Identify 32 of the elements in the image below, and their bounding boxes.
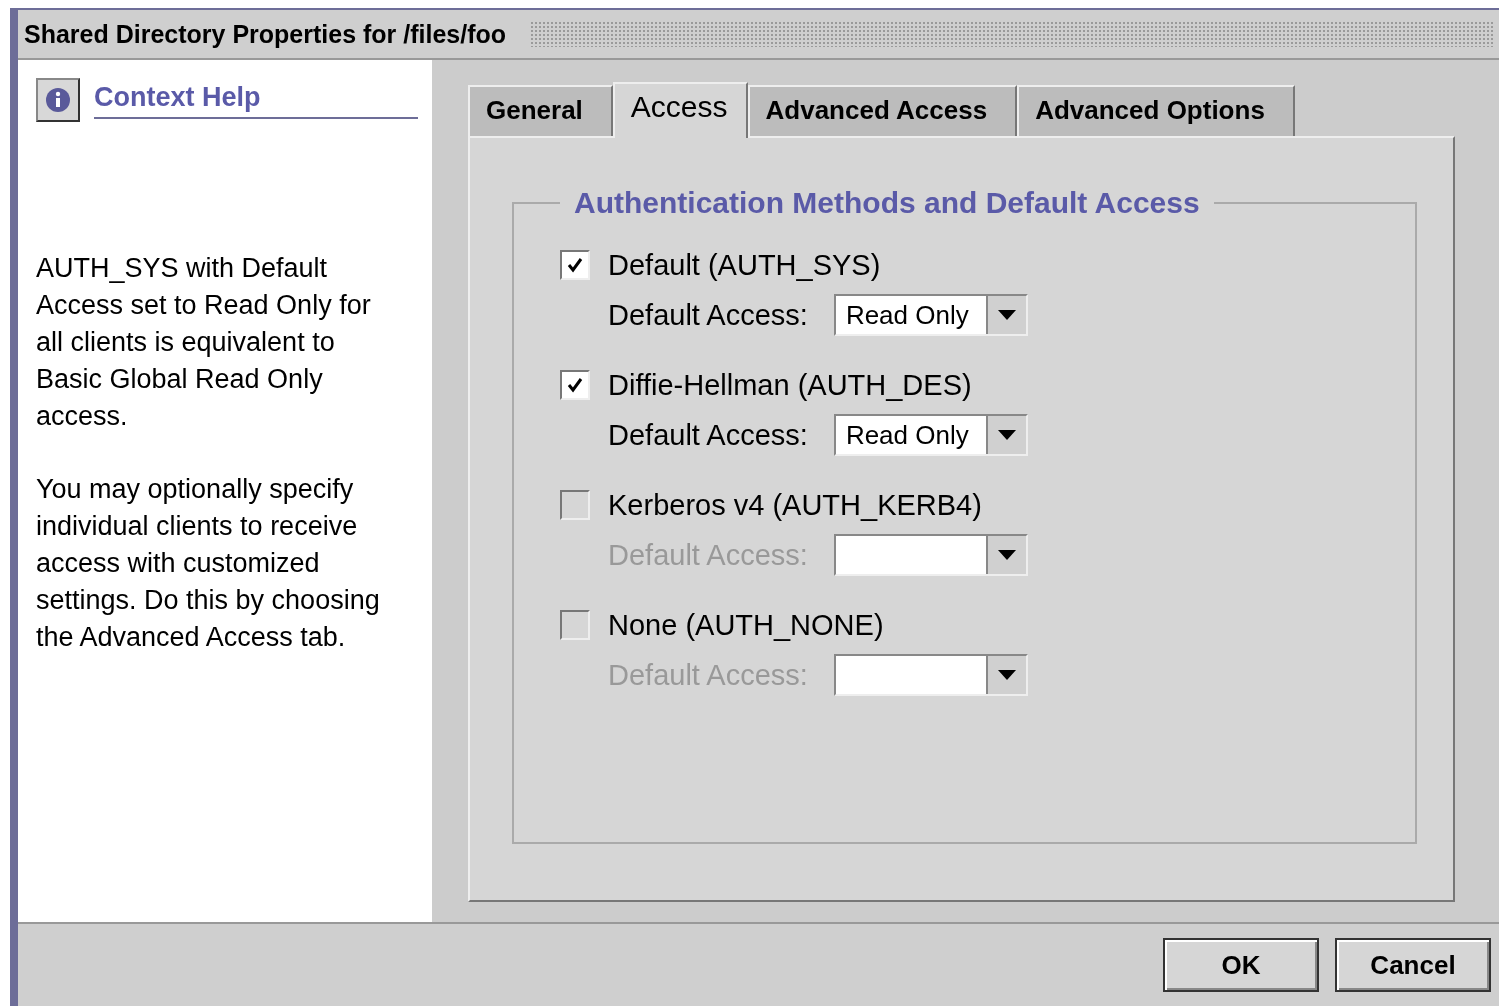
window-title: Shared Directory Properties for /files/foo — [24, 19, 507, 49]
tab[interactable]: Advanced Options — [1017, 85, 1295, 136]
access-dropdown[interactable] — [833, 654, 1028, 696]
access-dropdown[interactable]: Read Only — [833, 414, 1028, 456]
access-label: Default Access: — [608, 298, 808, 332]
access-label: Default Access: — [608, 418, 808, 452]
access-dropdown[interactable]: Read Only — [833, 294, 1028, 336]
access-label: Default Access: — [608, 658, 808, 692]
check-icon — [565, 375, 585, 395]
access-dropdown[interactable] — [833, 534, 1028, 576]
caret-icon — [996, 309, 1017, 321]
checkbox[interactable] — [560, 370, 590, 400]
dialog-button[interactable]: Cancel — [1335, 938, 1491, 992]
access-label: Default Access: — [608, 538, 808, 572]
checkbox-label: None (AUTH_NONE) — [608, 608, 884, 642]
caret-icon — [996, 669, 1017, 681]
checkbox-label: Kerberos v4 (AUTH_KERB4) — [608, 488, 982, 522]
checkbox[interactable] — [560, 250, 590, 280]
caret-icon — [996, 549, 1017, 561]
help-text: You may optionally specify individual clients to receive access with customized settings. Do this by choosing the Advanced Access tab. — [36, 473, 381, 654]
tab[interactable]: General — [468, 85, 613, 136]
check-icon — [565, 255, 585, 275]
info-icon — [36, 78, 80, 122]
help-text: AUTH_SYS with Default Access set to Read Only for all clients is equivalent to Basic Global Read Only access. — [36, 252, 372, 433]
tab[interactable]: Access — [612, 82, 748, 138]
help-title[interactable]: Context Help — [94, 81, 418, 119]
caret-icon — [996, 429, 1017, 441]
checkbox-label: Diffie-Hellman (AUTH_DES) — [608, 368, 972, 402]
group-title: Authentication Methods and Default Access — [573, 186, 1201, 220]
dialog-button[interactable]: OK — [1163, 938, 1319, 992]
checkbox-label: Default (AUTH_SYS) — [608, 248, 881, 282]
tab[interactable]: Advanced Access — [747, 85, 1018, 136]
